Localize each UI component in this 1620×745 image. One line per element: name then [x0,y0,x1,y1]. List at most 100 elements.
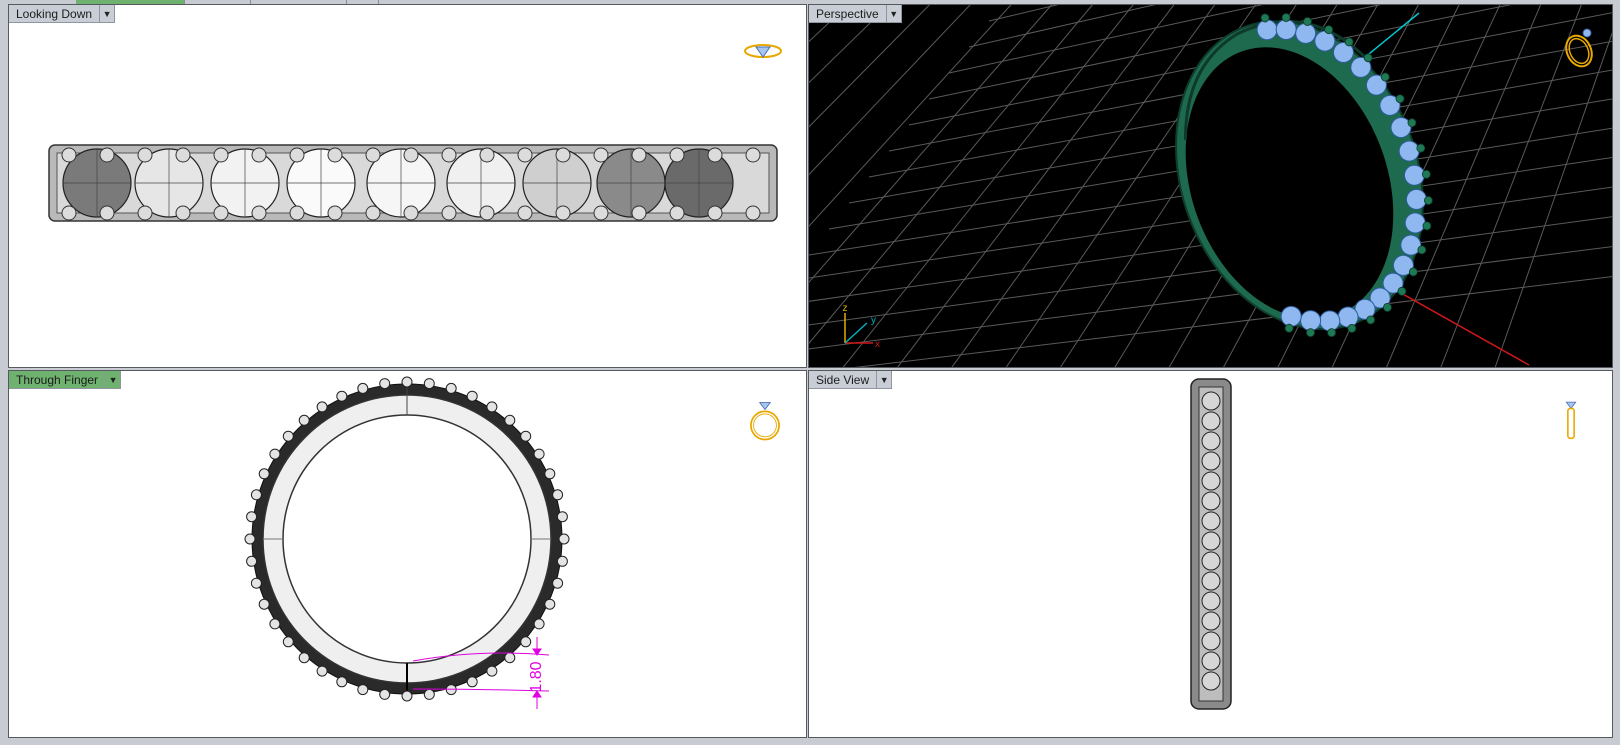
prong [327,147,343,163]
prong [316,665,328,677]
prong [466,390,478,402]
prong [552,577,564,589]
prong [441,147,457,163]
viewport-looking-down[interactable]: Looking Down ▼ [8,4,807,368]
stone [1201,471,1221,491]
ring-side-view [1190,378,1232,710]
prong [61,205,77,221]
perspective-scene: z y x [809,5,1612,367]
prong [707,205,723,221]
dropdown-arrow-icon[interactable]: ▼ [100,5,116,23]
prong [357,382,369,394]
prong [269,448,281,460]
stone [1201,431,1221,451]
prong [282,430,294,442]
stone [1201,611,1221,631]
stone [1201,651,1221,671]
prong [213,205,229,221]
prong [251,205,267,221]
stone [1201,631,1221,651]
prong [282,636,294,648]
prong [246,555,258,567]
prong [99,147,115,163]
axis-z-label: z [843,303,848,314]
prong [517,147,533,163]
stone [1201,391,1221,411]
prong [250,577,262,589]
ring-top-view [48,144,778,222]
prong [745,147,761,163]
prong [365,205,381,221]
prong [365,147,381,163]
prong [441,205,457,221]
axis-x-label: x [875,339,880,350]
stone [1201,551,1221,571]
dropdown-arrow-icon[interactable]: ▼ [886,5,902,23]
viewport-title-tab-active[interactable]: Through Finger ▼ [9,371,122,389]
stone [1201,571,1221,591]
prong [137,147,153,163]
dimension-label: 1.80 [528,661,545,692]
prong [558,533,570,545]
prong [327,205,343,221]
prong [379,688,391,700]
prong [423,688,435,700]
prong [336,676,348,688]
prong [669,147,685,163]
prong [486,401,498,413]
prong [403,205,419,221]
axis-y-label: y [871,315,876,326]
viewport-title: Through Finger [9,371,107,389]
prong [357,684,369,696]
prong [269,618,281,630]
prong [289,205,305,221]
prong [533,448,545,460]
ring-side-icon [1565,401,1577,440]
viewport-through-finger[interactable]: Through Finger ▼ 1.80 [8,370,807,738]
prong [669,205,685,221]
prong [379,378,391,390]
prong [213,147,229,163]
viewport-perspective[interactable]: Perspective ▼ z y x [808,4,1613,368]
prong [556,555,568,567]
ring-front-view: 1.80 [244,376,570,709]
prong [593,205,609,221]
prong [137,205,153,221]
prong [258,598,270,610]
prong [401,376,413,388]
dropdown-arrow-icon[interactable]: ▼ [106,371,122,389]
prong [61,147,77,163]
prong [520,430,532,442]
prong [555,147,571,163]
viewport-title-tab[interactable]: Perspective ▼ [809,5,902,23]
prong [504,652,516,664]
stone [1201,451,1221,471]
prong [466,676,478,688]
viewport-title: Perspective [809,5,887,23]
prong [403,147,419,163]
stone [1201,591,1221,611]
prong [707,147,723,163]
prong [246,511,258,523]
stone [1201,411,1221,431]
prong [401,690,413,702]
viewport-side-view[interactable]: Side View ▼ [808,370,1613,738]
viewport-title: Side View [809,371,878,389]
ring-perspective-icon [1565,28,1593,68]
prong [99,205,115,221]
prong [593,147,609,163]
prong [336,390,348,402]
prong [289,147,305,163]
prong [479,147,495,163]
prong [486,665,498,677]
prong [631,147,647,163]
ring-front-icon [750,402,780,441]
prong [631,205,647,221]
dropdown-arrow-icon[interactable]: ▼ [877,371,893,389]
prong [316,401,328,413]
prong [175,147,191,163]
viewport-title-tab[interactable]: Side View ▼ [809,371,893,389]
stone [1201,671,1221,691]
prong [544,468,556,480]
viewport-title-tab[interactable]: Looking Down ▼ [9,5,116,23]
